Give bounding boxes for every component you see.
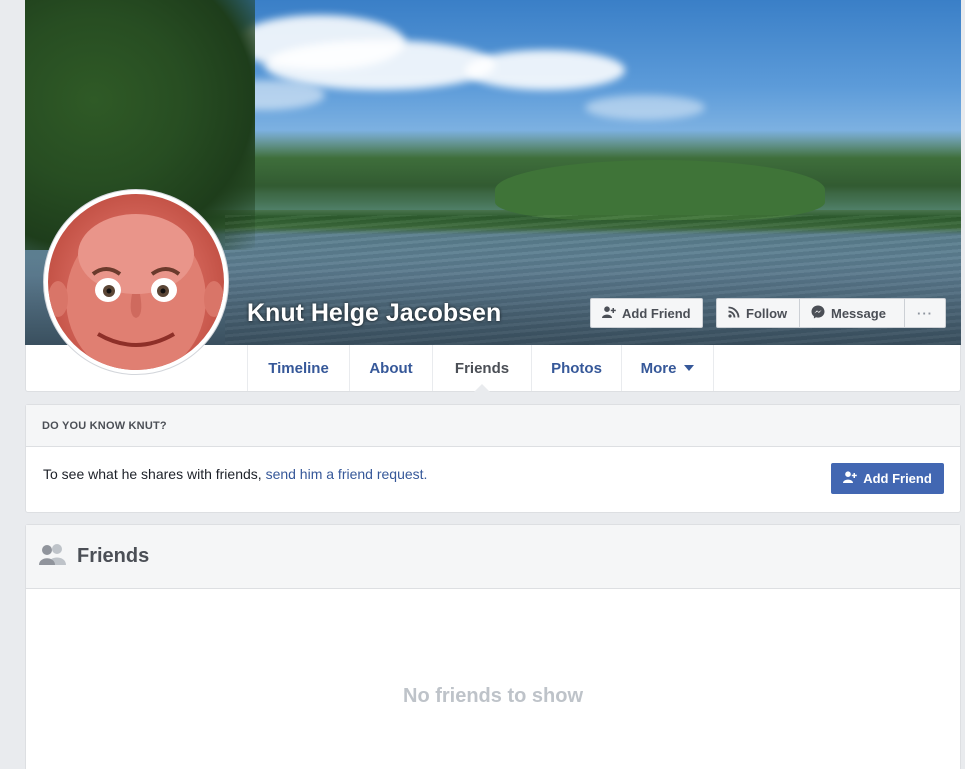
tab-timeline[interactable]: Timeline [247, 345, 349, 391]
profile-actions-group: Follow Message ··· [716, 298, 946, 328]
profile-avatar[interactable] [43, 189, 229, 375]
add-friend-button-primary[interactable]: Add Friend [831, 463, 944, 494]
profile-tabs: Timeline About Friends Photos More [247, 345, 714, 392]
follow-label: Follow [746, 305, 788, 321]
send-friend-request-link[interactable]: send him a friend request. [266, 466, 428, 482]
friends-header: Friends [26, 525, 960, 589]
tab-label: Timeline [268, 359, 329, 377]
caret-down-icon [684, 365, 695, 371]
follow-button[interactable]: Follow [717, 299, 800, 327]
messenger-icon [811, 305, 825, 322]
card-body: To see what he shares with friends, send… [26, 447, 960, 513]
rss-icon [728, 306, 740, 321]
add-friend-label: Add Friend [622, 305, 691, 321]
profile-frame: Knut Helge Jacobsen Add Friend Follow Me… [25, 0, 961, 769]
cloud [585, 95, 705, 120]
tab-friends[interactable]: Friends [432, 345, 531, 392]
cloud [465, 50, 625, 90]
friends-title[interactable]: Friends [77, 545, 149, 568]
avatar-image [48, 194, 224, 370]
friends-icon [39, 543, 67, 570]
tab-label: About [369, 359, 413, 377]
message-button[interactable]: Message [800, 299, 905, 327]
do-you-know-card: DO YOU KNOW KNUT? To see what he shares … [25, 404, 961, 513]
more-options-button[interactable]: ··· [905, 299, 945, 327]
friend-request-prompt: To see what he shares with friends, send… [43, 466, 427, 482]
ellipsis-icon: ··· [917, 305, 933, 321]
tab-label: Friends [454, 359, 510, 377]
tab-label: Photos [551, 359, 602, 377]
add-friend-icon [602, 305, 616, 321]
profile-name[interactable]: Knut Helge Jacobsen [247, 299, 501, 328]
friends-section: Friends No friends to show [25, 524, 961, 769]
tab-photos[interactable]: Photos [531, 345, 621, 391]
island [495, 160, 825, 220]
add-friend-icon [843, 471, 857, 486]
card-heading: DO YOU KNOW KNUT? [26, 405, 960, 447]
message-label: Message [831, 305, 886, 321]
tab-more[interactable]: More [621, 345, 714, 391]
tab-label: More [640, 359, 677, 377]
empty-state-message: No friends to show [403, 685, 583, 707]
prompt-text: To see what he shares with friends, [43, 466, 262, 482]
tab-about[interactable]: About [349, 345, 432, 391]
add-friend-label: Add Friend [863, 471, 932, 486]
add-friend-button[interactable]: Add Friend [590, 298, 703, 328]
